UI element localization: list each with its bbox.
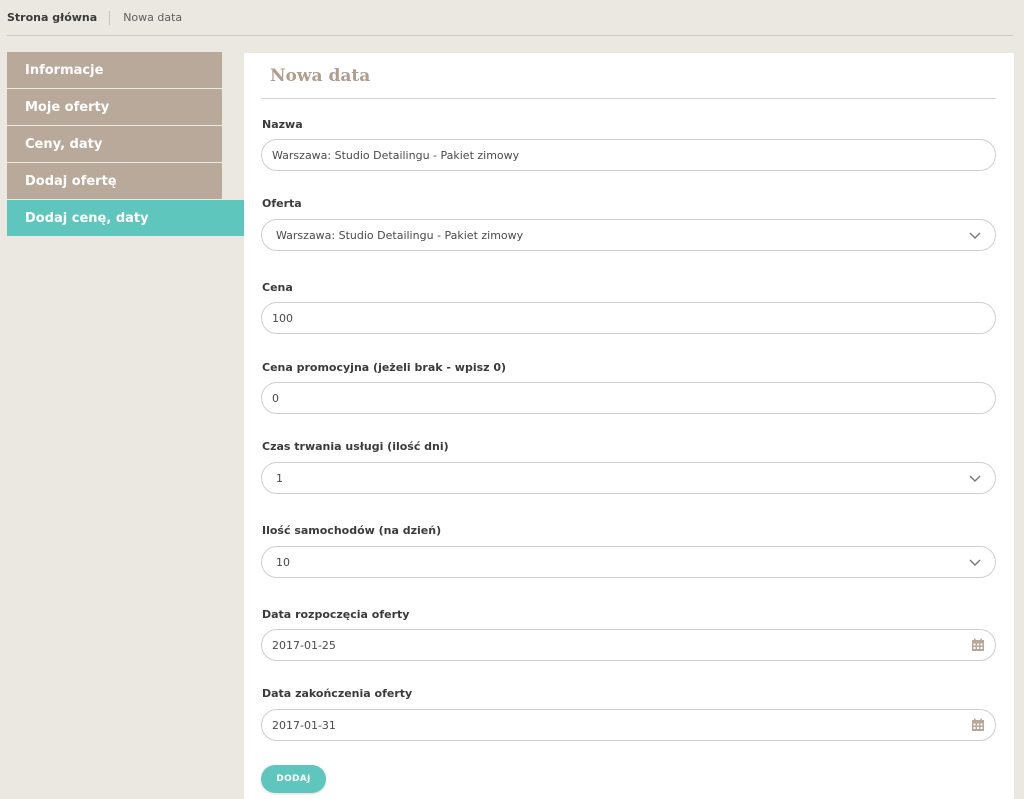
ilosc-samochodow-select[interactable]: 10 (261, 546, 996, 578)
sidebar-item-ceny-daty[interactable]: Ceny, daty (7, 126, 222, 162)
czas-trwania-selected-value: 1 (276, 471, 283, 485)
cena-input[interactable] (272, 311, 995, 325)
czas-trwania-label: Czas trwania usługi (ilość dni) (262, 440, 449, 453)
sidebar-item-moje-oferty[interactable]: Moje oferty (7, 89, 222, 125)
nazwa-input[interactable] (272, 148, 995, 162)
data-rozpoczecia-input[interactable] (272, 638, 995, 652)
data-zakonczenia-field[interactable] (261, 709, 996, 741)
chevron-down-icon (969, 559, 981, 566)
data-rozpoczecia-field[interactable] (261, 629, 996, 661)
calendar-icon[interactable] (971, 638, 985, 652)
czas-trwania-select[interactable]: 1 (261, 462, 996, 494)
page-title: Nowa data (270, 66, 371, 86)
sidebar-item-dodaj-oferte[interactable]: Dodaj ofertę (7, 163, 222, 199)
chevron-down-icon (969, 475, 981, 482)
sidebar-item-informacje[interactable]: Informacje (7, 52, 222, 88)
breadcrumb: Strona główna Nowa data (7, 0, 1013, 36)
form-panel: Nowa data Nazwa Oferta Warszawa: Studio … (244, 53, 1014, 799)
calendar-icon[interactable] (971, 718, 985, 732)
breadcrumb-separator (109, 10, 111, 25)
cena-label: Cena (262, 281, 293, 294)
oferta-select[interactable]: Warszawa: Studio Detailingu - Pakiet zim… (261, 219, 996, 251)
sidebar-item-dodaj-cene-daty[interactable]: Dodaj cenę, daty (7, 200, 262, 236)
breadcrumb-current: Nowa data (123, 11, 183, 24)
cena-promocyjna-input[interactable] (272, 391, 995, 405)
breadcrumb-home-link[interactable]: Strona główna (7, 11, 97, 24)
ilosc-samochodow-label: Ilość samochodów (na dzień) (262, 524, 442, 537)
oferta-label: Oferta (262, 197, 302, 210)
data-rozpoczecia-label: Data rozpoczęcia oferty (262, 608, 410, 621)
nazwa-field[interactable] (261, 139, 996, 171)
data-zakonczenia-input[interactable] (272, 718, 995, 732)
data-zakonczenia-label: Data zakończenia oferty (262, 687, 413, 700)
dodaj-button[interactable]: DODAJ (261, 765, 326, 793)
sidebar: Informacje Moje oferty Ceny, daty Dodaj … (7, 52, 262, 237)
ilosc-samochodow-selected-value: 10 (276, 555, 290, 569)
chevron-down-icon (969, 232, 981, 239)
cena-promocyjna-field[interactable] (261, 382, 996, 414)
oferta-selected-value: Warszawa: Studio Detailingu - Pakiet zim… (276, 228, 524, 242)
nazwa-label: Nazwa (262, 118, 303, 131)
title-divider (262, 98, 996, 99)
cena-field[interactable] (261, 302, 996, 334)
cena-promocyjna-label: Cena promocyjna (jeżeli brak - wpisz 0) (262, 361, 507, 374)
